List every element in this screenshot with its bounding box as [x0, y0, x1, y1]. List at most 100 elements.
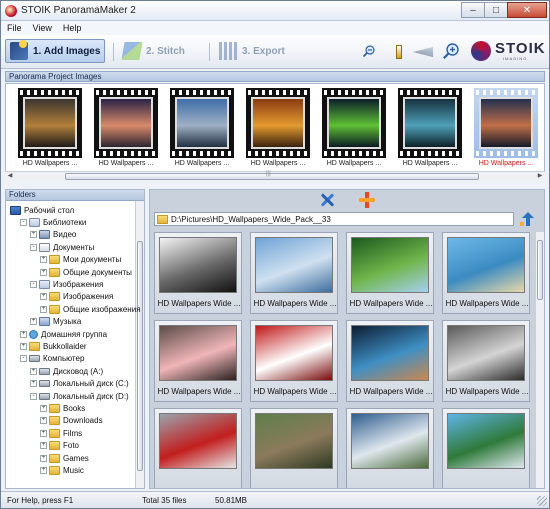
folder-tree-item[interactable]: + Общие изображения: [40, 303, 141, 315]
collapse-toggle-icon[interactable]: -: [30, 243, 37, 251]
collapse-toggle-icon[interactable]: -: [20, 218, 27, 226]
folder-tree-item[interactable]: - Документы: [30, 241, 94, 253]
maximize-button[interactable]: □: [484, 2, 508, 18]
film-frame: [322, 88, 386, 158]
folder-tree-item[interactable]: + Изображения: [40, 291, 113, 303]
folder-tree-item[interactable]: - Изображения: [30, 278, 103, 290]
project-image-thumbnail: [99, 97, 153, 149]
collapse-toggle-icon[interactable]: -: [20, 355, 27, 363]
stitch-icon: [121, 42, 143, 60]
collapse-toggle-icon[interactable]: -: [30, 392, 37, 400]
project-images-strip[interactable]: HD Wallpapers ... HD Wallpapers ... HD Wal…: [5, 83, 545, 181]
folder-tree-item[interactable]: - Компьютер: [20, 353, 84, 365]
title-bar[interactable]: STOIK PanoramaMaker 2 – □ ✕: [1, 1, 549, 21]
folder-tree-item[interactable]: + Музыка: [30, 316, 81, 328]
folder-tree-item[interactable]: + Films: [40, 427, 82, 439]
expand-toggle-icon[interactable]: +: [30, 318, 37, 326]
folder-tree-item[interactable]: + Downloads: [40, 415, 103, 427]
image-thumbnail-card[interactable]: [346, 408, 434, 488]
zoom-in-icon[interactable]: [443, 43, 459, 59]
expand-toggle-icon[interactable]: +: [20, 342, 27, 350]
menu-file[interactable]: File: [7, 21, 22, 35]
folder-tree-item[interactable]: + Мои документы: [40, 254, 121, 266]
expand-toggle-icon[interactable]: +: [40, 268, 47, 276]
folder-path-field[interactable]: D:\Pictures\HD_Wallpapers_Wide_Pack__33: [154, 212, 514, 226]
browser-scrollbar[interactable]: [535, 232, 544, 488]
add-images-step-button[interactable]: 1. Add Images: [5, 39, 105, 63]
minimize-button[interactable]: –: [461, 2, 485, 18]
folder-tree-item[interactable]: + Music: [40, 464, 84, 476]
close-button[interactable]: ✕: [507, 2, 547, 18]
zoom-out-icon[interactable]: [363, 45, 375, 57]
zoom-slider-thumb[interactable]: [396, 45, 403, 59]
folder-icon: [157, 214, 168, 224]
folder-tree-item[interactable]: - Библиотеки: [20, 216, 86, 228]
expand-toggle-icon[interactable]: +: [20, 330, 27, 338]
project-image-item[interactable]: HD Wallpapers ...: [242, 88, 314, 170]
expand-toggle-icon[interactable]: +: [40, 305, 47, 313]
image-thumbnail-card[interactable]: HD Wallpapers Wide ...: [442, 232, 530, 314]
expand-toggle-icon[interactable]: +: [40, 293, 47, 301]
image-thumbnail-card[interactable]: [442, 408, 530, 488]
folder-tree-item[interactable]: + Общие документы: [40, 266, 132, 278]
add-to-project-icon[interactable]: [359, 192, 375, 208]
stitch-step-button[interactable]: 2. Stitch: [121, 39, 185, 63]
folders-scrollbar[interactable]: [135, 201, 144, 488]
image-thumbnail-card[interactable]: HD Wallpapers Wide ...: [154, 320, 242, 402]
project-strip-scrollbar[interactable]: ◀ ▶: [5, 171, 545, 181]
folder-tree-item[interactable]: + Bukkollaider: [20, 340, 87, 352]
image-thumbnail-card[interactable]: [154, 408, 242, 488]
desk-icon: [10, 205, 21, 215]
scroll-right-arrow-icon[interactable]: ▶: [535, 172, 545, 181]
folders-scroll-thumb[interactable]: [137, 241, 143, 471]
folder-tree-item[interactable]: + Foto: [40, 440, 79, 452]
image-thumbnail-card[interactable]: HD Wallpapers Wide ...: [442, 320, 530, 402]
project-image-item[interactable]: HD Wallpapers ...: [394, 88, 466, 170]
expand-toggle-icon[interactable]: +: [40, 429, 47, 437]
expand-toggle-icon[interactable]: +: [30, 231, 37, 239]
status-help-text: For Help, press F1: [7, 496, 74, 505]
folder-tree-item[interactable]: + Games: [40, 452, 89, 464]
browser-scroll-thumb[interactable]: [537, 240, 543, 300]
image-thumbnail-card[interactable]: HD Wallpapers Wide ...: [154, 232, 242, 314]
expand-toggle-icon[interactable]: +: [40, 466, 47, 474]
scroll-left-arrow-icon[interactable]: ◀: [5, 172, 15, 181]
image-thumbnail-card[interactable]: [250, 408, 338, 488]
folder-tree-item[interactable]: + Локальный диск (C:): [30, 378, 129, 390]
expand-toggle-icon[interactable]: +: [40, 404, 47, 412]
project-image-item[interactable]: HD Wallpapers ...: [166, 88, 238, 170]
expand-toggle-icon[interactable]: +: [30, 367, 37, 375]
folder-tree-item[interactable]: + Дисковод (A:): [30, 365, 103, 377]
project-image-item[interactable]: HD Wallpapers ...: [14, 88, 86, 170]
expand-toggle-icon[interactable]: +: [40, 417, 47, 425]
image-thumbnail-card[interactable]: HD Wallpapers Wide ...: [250, 232, 338, 314]
folder-tree-item[interactable]: Рабочий стол: [10, 204, 74, 216]
group-icon: [29, 329, 38, 339]
resize-grip[interactable]: [537, 496, 547, 506]
project-image-thumbnail: [479, 97, 533, 149]
folder-tree-item[interactable]: + Books: [40, 402, 85, 414]
image-thumbnail-card[interactable]: HD Wallpapers Wide ...: [250, 320, 338, 402]
expand-toggle-icon[interactable]: +: [40, 442, 47, 450]
zoom-slider[interactable]: [393, 45, 433, 59]
project-image-caption: HD Wallpapers ...: [22, 160, 78, 167]
remove-icon[interactable]: [319, 192, 335, 208]
menu-view[interactable]: View: [33, 21, 52, 35]
project-image-item[interactable]: HD Wallpapers ...: [470, 88, 542, 170]
project-image-item[interactable]: HD Wallpapers ...: [318, 88, 390, 170]
project-image-item[interactable]: HD Wallpapers ...: [90, 88, 162, 170]
expand-toggle-icon[interactable]: +: [40, 256, 47, 264]
folder-tree-item[interactable]: + Домашняя группа: [20, 328, 107, 340]
folder-tree-item[interactable]: - Локальный диск (D:): [30, 390, 129, 402]
expand-toggle-icon[interactable]: +: [30, 380, 37, 388]
project-strip-scroll-thumb[interactable]: [65, 171, 479, 180]
image-thumbnail-card[interactable]: HD Wallpapers Wide ...: [346, 320, 434, 402]
expand-toggle-icon[interactable]: +: [40, 454, 47, 462]
folder-tree-item[interactable]: + Видео: [30, 229, 76, 241]
collapse-toggle-icon[interactable]: -: [30, 280, 37, 288]
drive-icon: [39, 380, 50, 388]
menu-help[interactable]: Help: [63, 21, 82, 35]
sort-up-icon[interactable]: [520, 212, 536, 226]
image-thumbnail-card[interactable]: HD Wallpapers Wide ...: [346, 232, 434, 314]
export-step-button[interactable]: 3. Export: [219, 39, 285, 63]
